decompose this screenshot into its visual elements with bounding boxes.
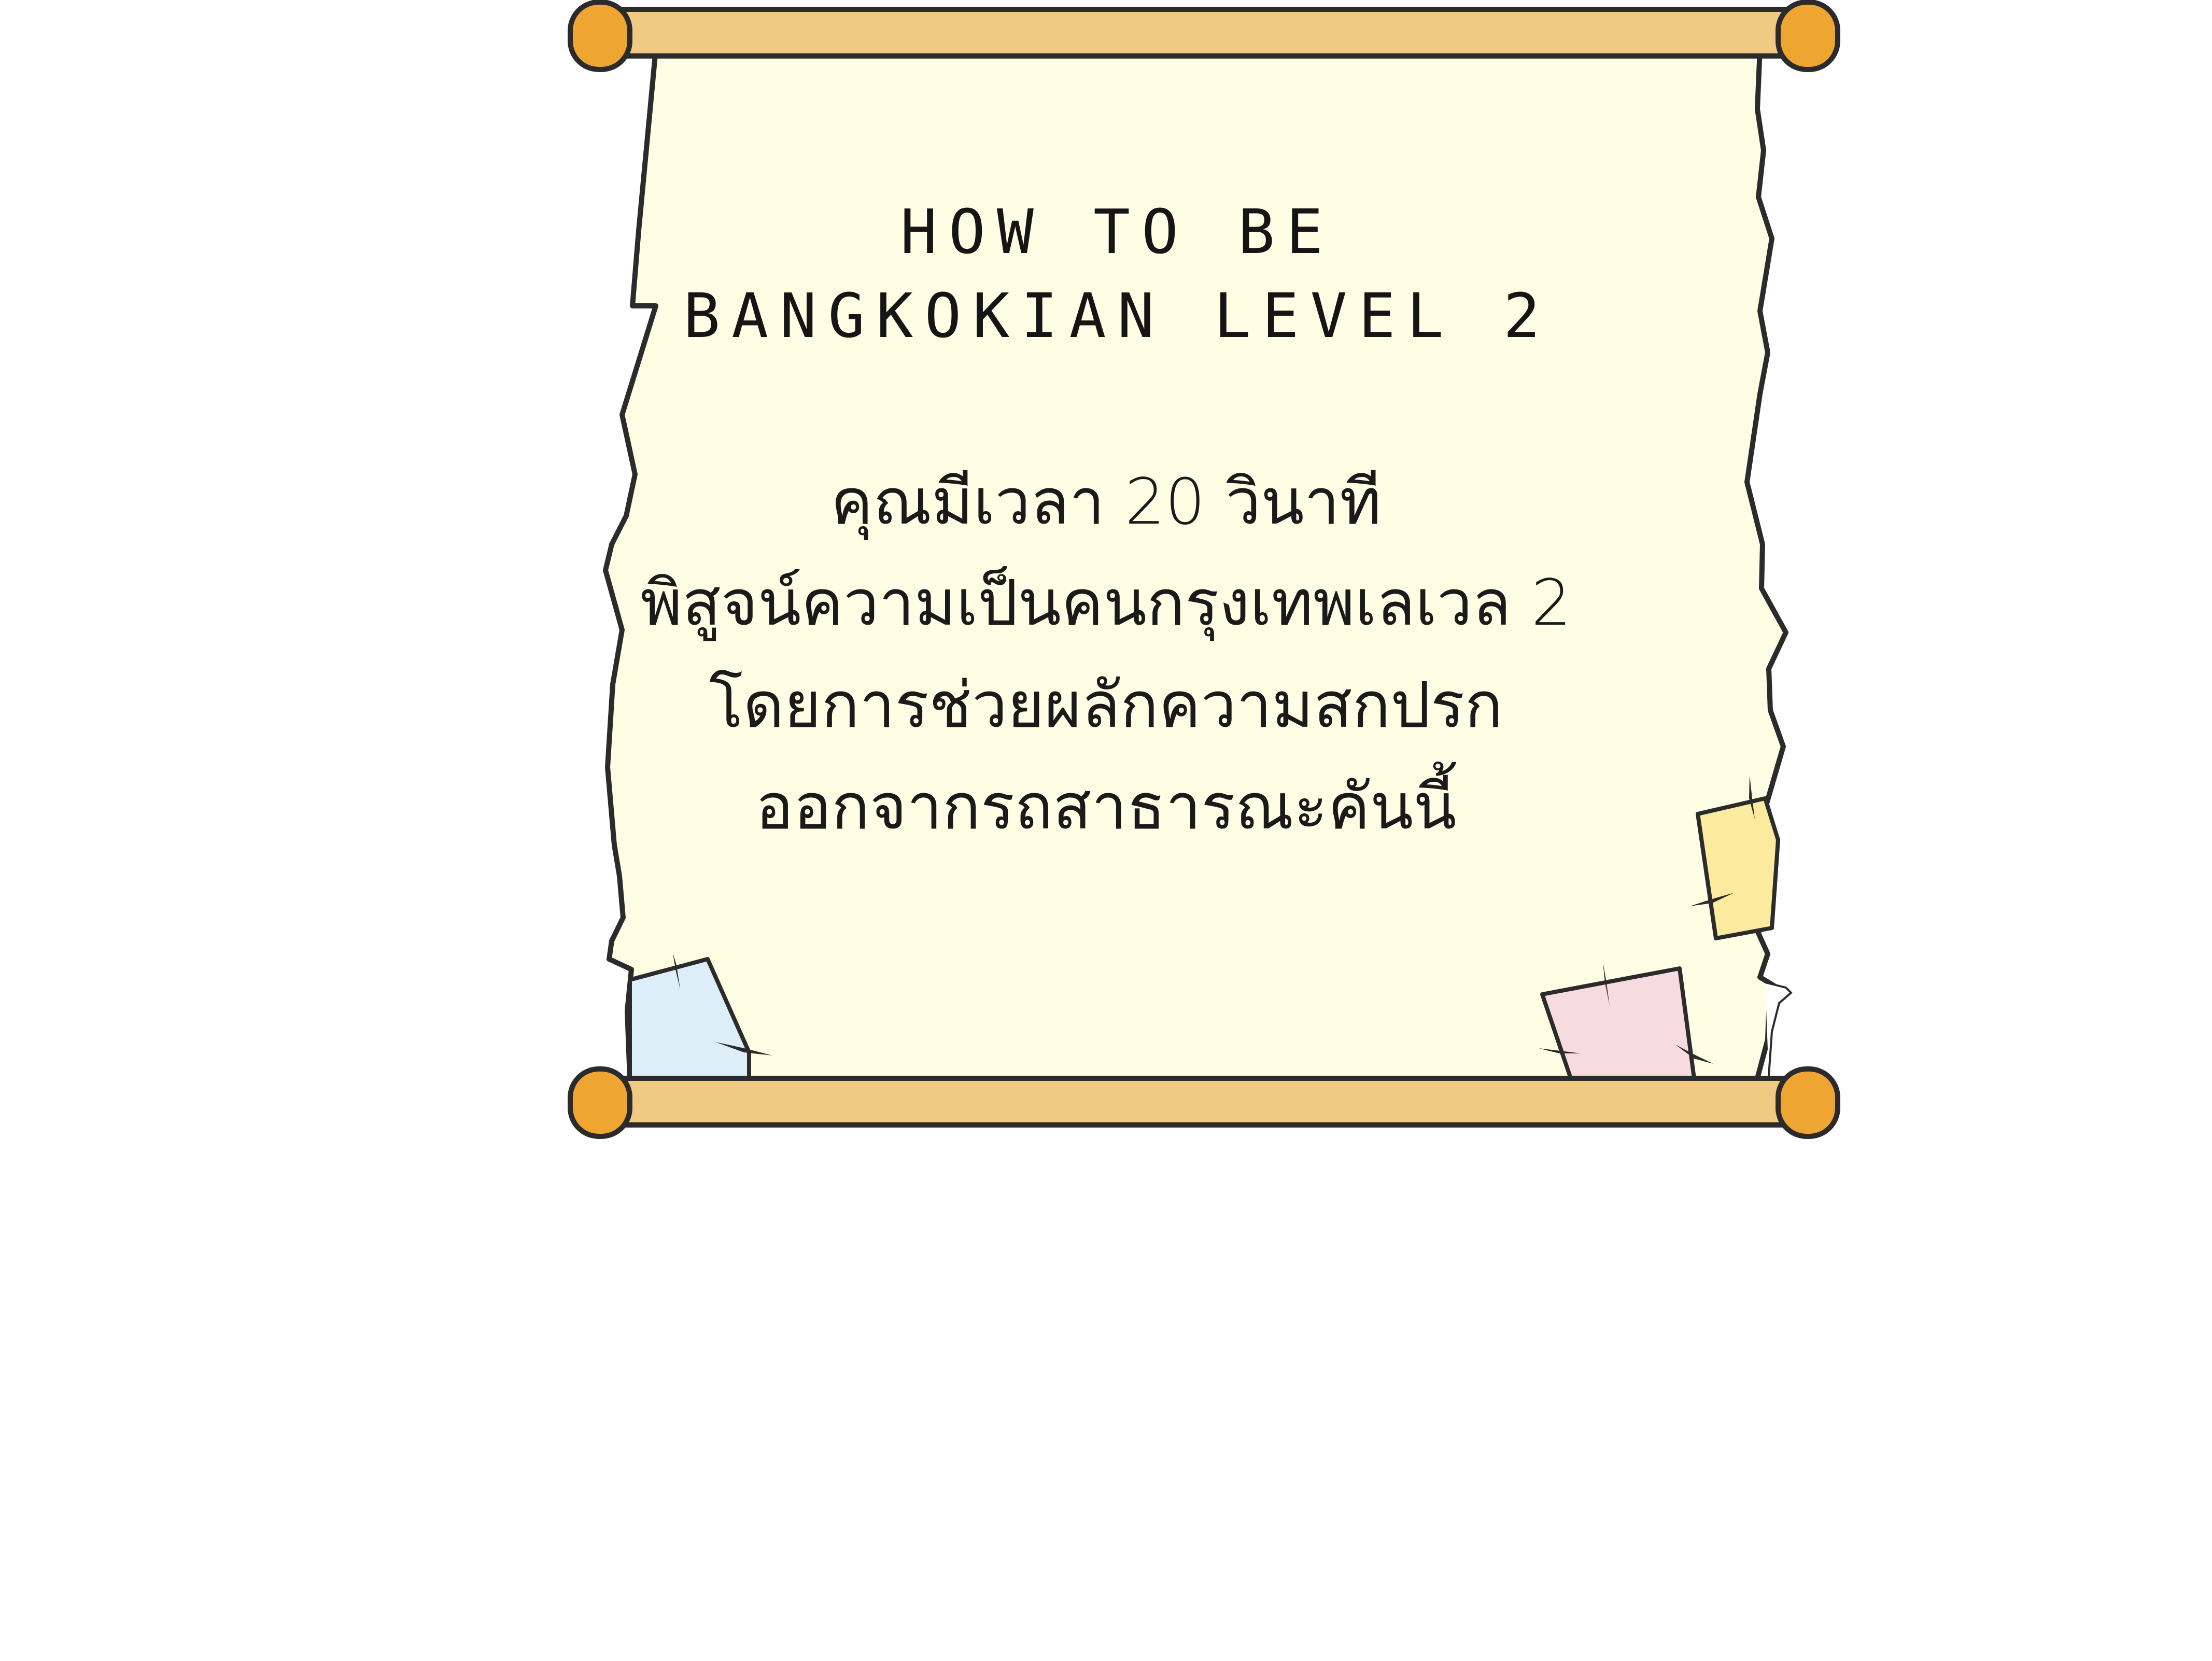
intro-scroll-scene: HOW TO BE BANGKOKIAN LEVEL 2 คุณมีเวลา 2… (0, 0, 2212, 1659)
scroll-body-line-4: ออกจากรถสาธารณะคันนี้ (755, 770, 1457, 843)
scroll-body-line-3: โดยการช่วยผลักความสกปรก (709, 668, 1503, 742)
bottom-rod (568, 1066, 1840, 1139)
scroll-body-line-1: คุณมีเวลา 20 วินาที (830, 465, 1382, 539)
scroll-title-line-2: BANGKOKIAN LEVEL 2 (683, 280, 1552, 351)
torn-edge-strip (1765, 981, 1793, 1076)
scroll-body-line-2: พิสูจน์ความเป็นคนกรุงเทพเลเวล 2 (640, 566, 1572, 640)
scroll-title-line-1: HOW TO BE (900, 196, 1335, 268)
